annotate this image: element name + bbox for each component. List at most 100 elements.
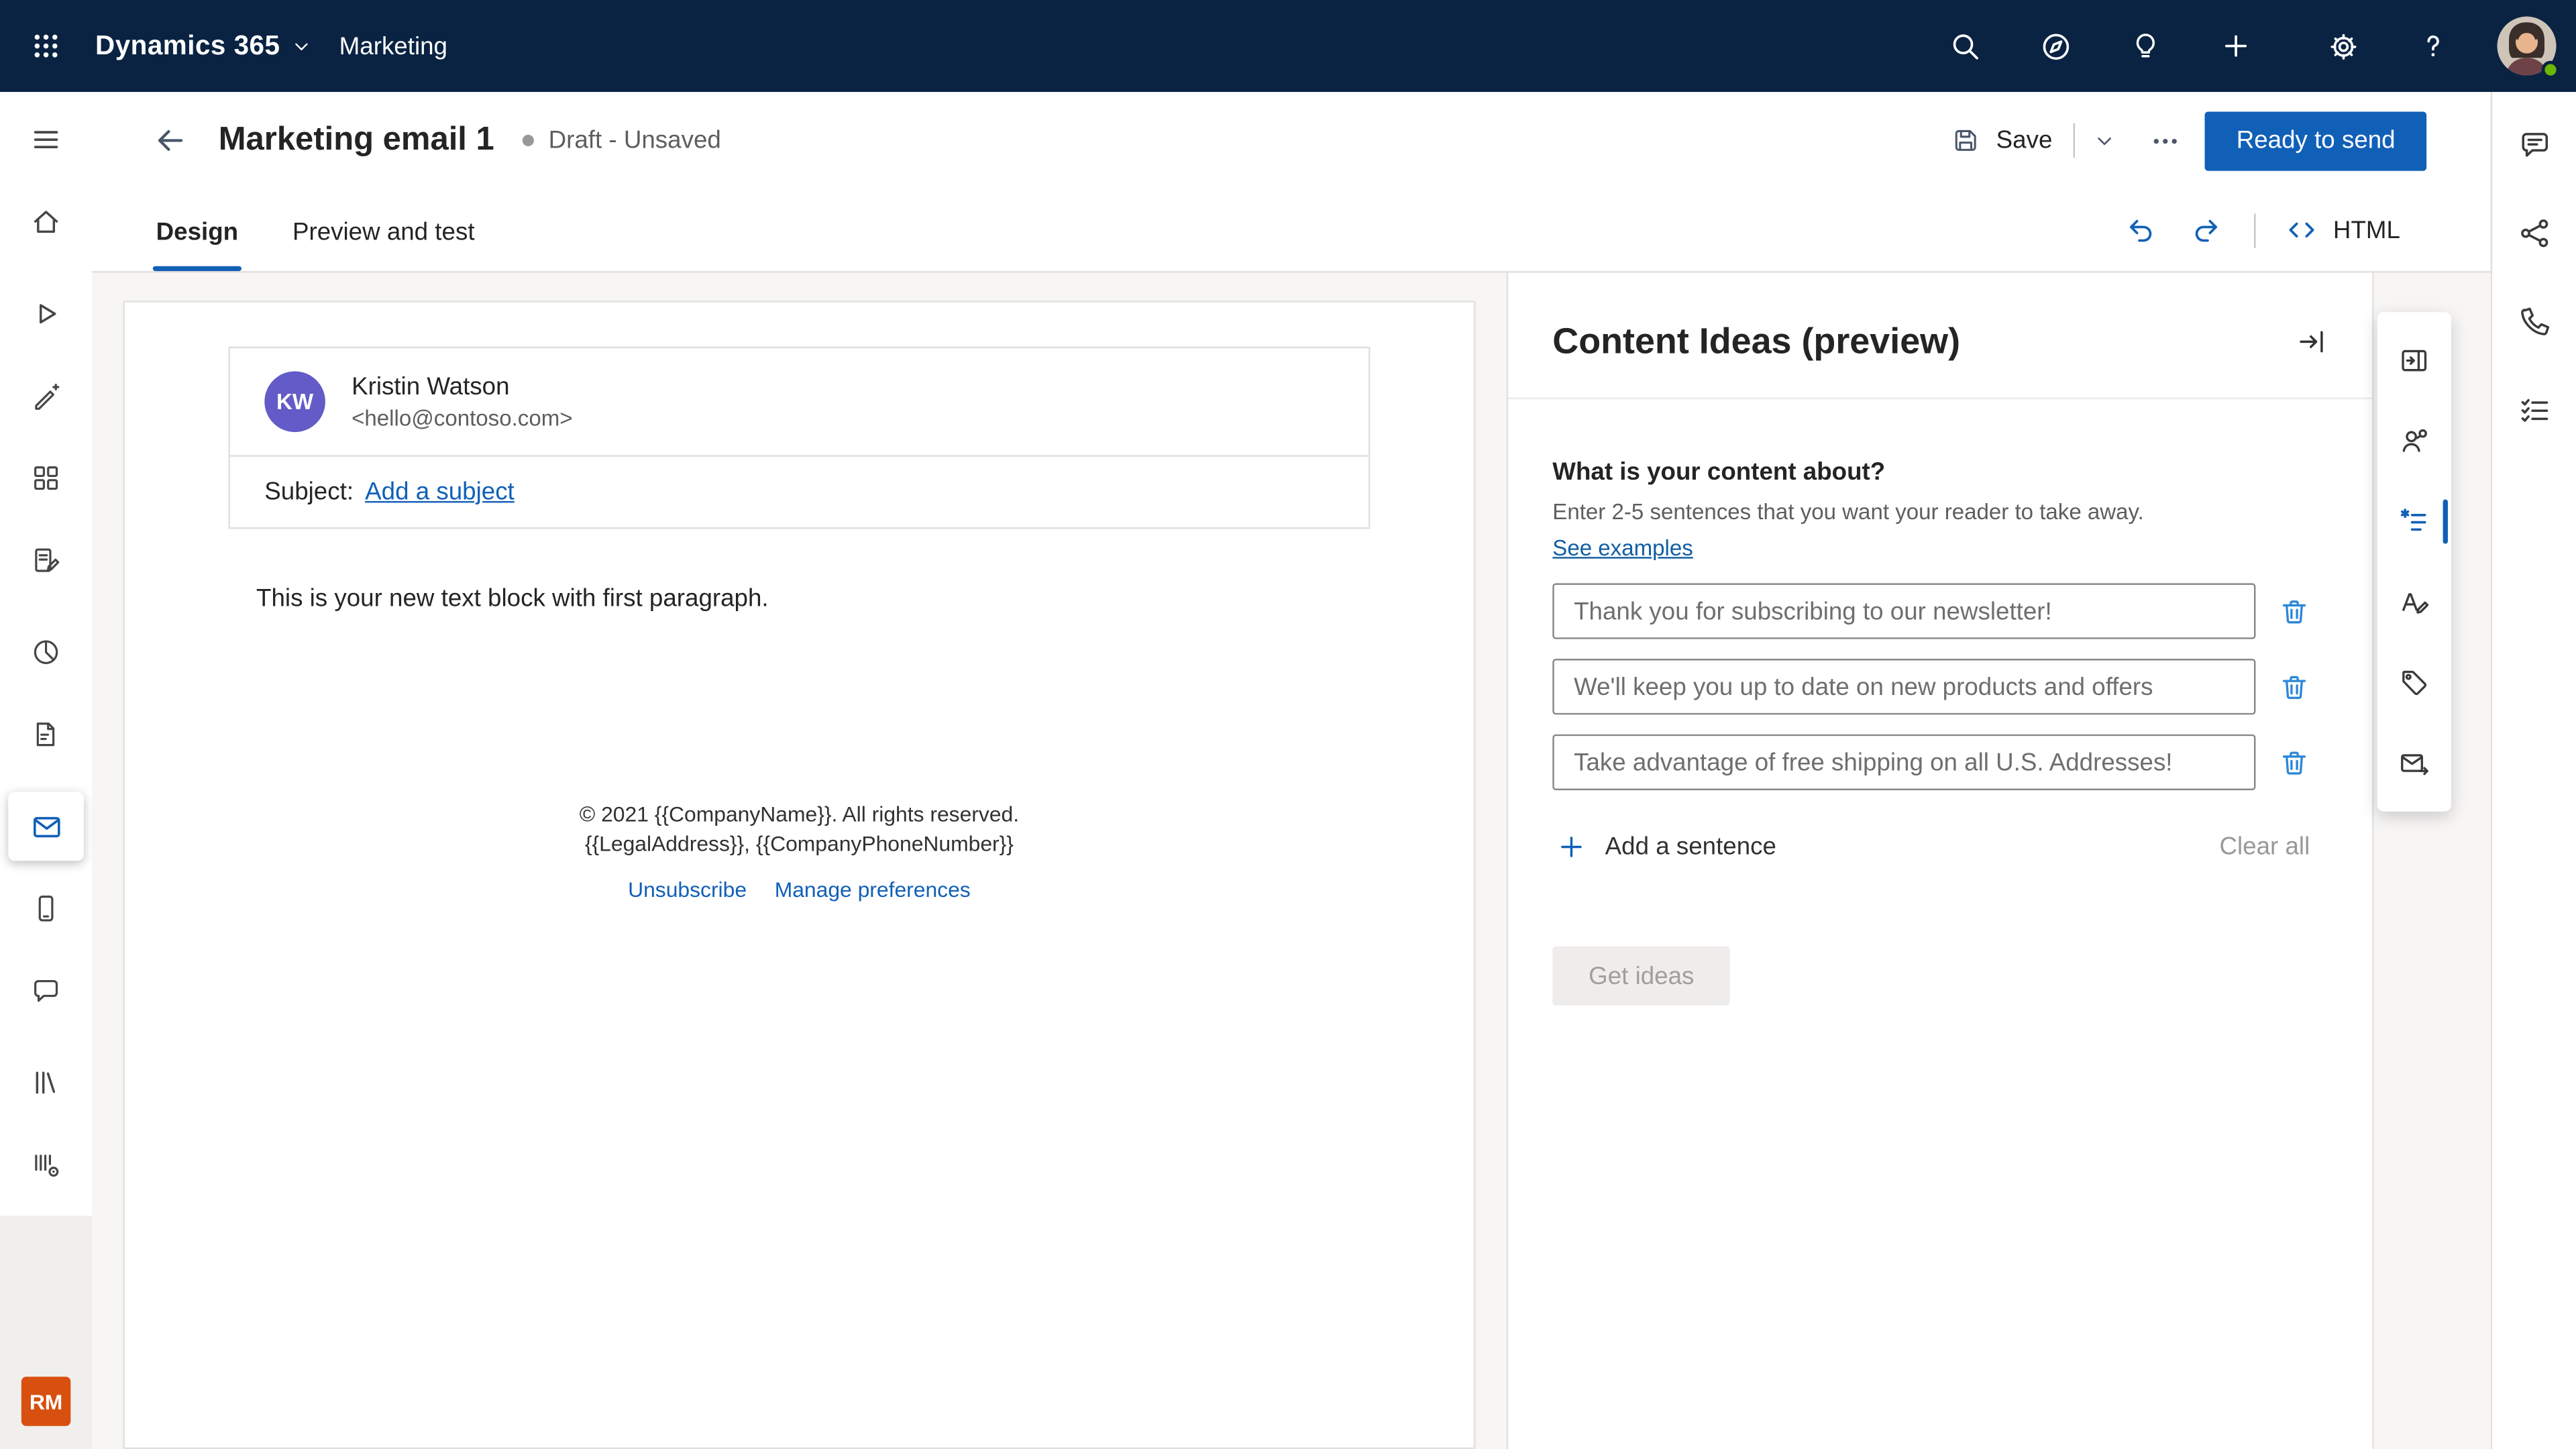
app-switcher-chevron-icon[interactable] [292,36,313,57]
settings-gear-icon[interactable] [2306,10,2379,83]
status-text: Draft - Unsaved [549,127,721,155]
sender-avatar: KW [264,371,325,432]
app-name: Dynamics 365 [95,30,280,62]
divider [2254,213,2255,247]
sentence-input-3[interactable] [1552,735,2255,790]
footer-line-1: © 2021 {{CompanyName}}. All rights reser… [125,800,1474,830]
sentence-actions: Add a sentence Clear all [1552,824,2313,869]
more-commands-icon[interactable] [2138,113,2194,168]
email-header-block[interactable]: KW Kristin Watson <hello@contoso.com> Su… [228,347,1370,529]
area-badge[interactable]: RM [21,1377,70,1426]
search-icon[interactable] [1929,10,2001,83]
clear-all-button[interactable]: Clear all [2216,826,2314,867]
content-ideas-title: Content Ideas (preview) [1552,321,1960,364]
sentence-row [1552,583,2313,639]
collapse-panel-icon[interactable] [2287,317,2336,366]
html-view-toggle[interactable]: HTML [2275,207,2410,254]
email-canvas-area: KW Kristin Watson <hello@contoso.com> Su… [92,273,1507,1449]
sidebar-page-edit-icon[interactable] [8,700,84,769]
right-rail [2491,92,2576,1449]
delete-sentence-icon[interactable] [2273,667,2313,706]
status-indicator: Draft - Unsaved [522,127,720,155]
save-label: Save [1996,127,2053,155]
left-sidebar: RM [0,92,92,1449]
delete-sentence-icon[interactable] [2273,592,2313,631]
content-ideas-body: What is your content about? Enter 2-5 se… [1508,399,2372,1006]
tag-icon[interactable] [2377,643,2451,723]
sender-name: Kristin Watson [352,373,573,401]
editor-side-toolbar [2377,312,2451,811]
user-avatar[interactable] [2497,16,2556,75]
personalization-icon[interactable] [2377,401,2451,482]
top-navigation-bar: Dynamics 365 Marketing [0,0,2576,92]
see-examples-link[interactable]: See examples [1552,535,1693,560]
help-icon[interactable] [2397,10,2469,83]
save-button[interactable]: Save [1934,115,2069,166]
command-bar: Marketing email 1 Draft - Unsaved Save R… [92,92,2491,189]
editor-tabs-row: Design Preview and test HTML [92,189,2491,273]
unsubscribe-link[interactable]: Unsubscribe [628,875,747,905]
html-toggle-label: HTML [2333,216,2400,244]
sidebar-mobile-icon[interactable] [8,874,84,943]
subject-label: Subject: [264,478,354,506]
send-mail-icon[interactable] [2377,723,2451,804]
sidebar-play-icon[interactable] [8,279,84,348]
email-canvas[interactable]: KW Kristin Watson <hello@contoso.com> Su… [123,301,1476,1449]
quick-create-icon[interactable] [2200,10,2272,83]
email-footer-block[interactable]: © 2021 {{CompanyName}}. All rights reser… [125,800,1474,906]
ready-to-send-button[interactable]: Ready to send [2205,111,2426,170]
content-question: What is your content about? [1552,458,2313,486]
sidebar-segment-icon[interactable] [8,618,84,687]
content-hint: Enter 2-5 sentences that you want your r… [1552,499,2313,524]
presence-indicator [2542,61,2560,79]
add-sentence-button[interactable]: Add a sentence [1552,824,1780,869]
insert-panel-icon[interactable] [2377,321,2451,401]
sentence-input-1[interactable] [1552,583,2255,639]
app-launcher-icon[interactable] [10,10,83,83]
comments-icon[interactable] [2498,109,2571,181]
compass-icon[interactable] [2019,10,2092,83]
lightbulb-icon[interactable] [2109,10,2182,83]
tab-design[interactable]: Design [153,219,241,271]
sidebar-library-icon[interactable] [8,1048,84,1117]
sidebar-apps-icon[interactable] [8,443,84,513]
main-content: Marketing email 1 Draft - Unsaved Save R… [92,92,2491,1449]
delete-sentence-icon[interactable] [2273,743,2313,782]
sender-row: KW Kristin Watson <hello@contoso.com> [230,348,1368,455]
divider [2074,123,2075,158]
sidebar-email-icon[interactable] [8,792,84,861]
save-split-chevron-icon[interactable] [2080,116,2129,165]
undo-icon[interactable] [2113,204,2169,256]
status-dot [522,135,533,146]
sidebar-wand-icon[interactable] [8,362,84,431]
app-window: Dynamics 365 Marketing [0,0,2576,1449]
sidebar-barcode-settings-icon[interactable] [8,1130,84,1199]
footer-line-2: {{LegalAddress}}, {{CompanyPhoneNumber}} [125,830,1474,859]
text-edit-icon[interactable] [2377,562,2451,643]
subject-row: Subject: Add a subject [230,455,1368,527]
tab-preview-and-test[interactable]: Preview and test [289,219,478,271]
redo-icon[interactable] [2179,204,2235,256]
email-body-text-block[interactable]: This is your new text block with first p… [256,585,1342,613]
sentence-input-2[interactable] [1552,659,2255,714]
phone-icon[interactable] [2498,286,2571,358]
workspace: KW Kristin Watson <hello@contoso.com> Su… [92,273,2491,1449]
tasks-icon[interactable] [2498,374,2571,447]
sidebar-menu-icon[interactable] [8,105,84,174]
add-sentence-label: Add a sentence [1605,833,1776,861]
area-name: Marketing [339,32,447,60]
sentence-row [1552,659,2313,714]
get-ideas-button[interactable]: Get ideas [1552,947,1730,1006]
manage-preferences-link[interactable]: Manage preferences [775,875,971,905]
toolbar-column [2374,273,2491,1449]
editor-tools: HTML [2113,204,2410,271]
back-arrow-icon[interactable] [142,113,197,168]
content-ideas-icon[interactable] [2377,482,2451,562]
flow-icon[interactable] [2498,197,2571,270]
app-shell: RM Marketing email 1 Draft - Unsaved Sav… [0,92,2576,1449]
page-title: Marketing email 1 [219,121,494,159]
add-subject-link[interactable]: Add a subject [365,478,515,506]
sidebar-home-icon[interactable] [8,187,84,256]
sidebar-form-icon[interactable] [8,526,84,595]
sidebar-chat-icon[interactable] [8,956,84,1025]
